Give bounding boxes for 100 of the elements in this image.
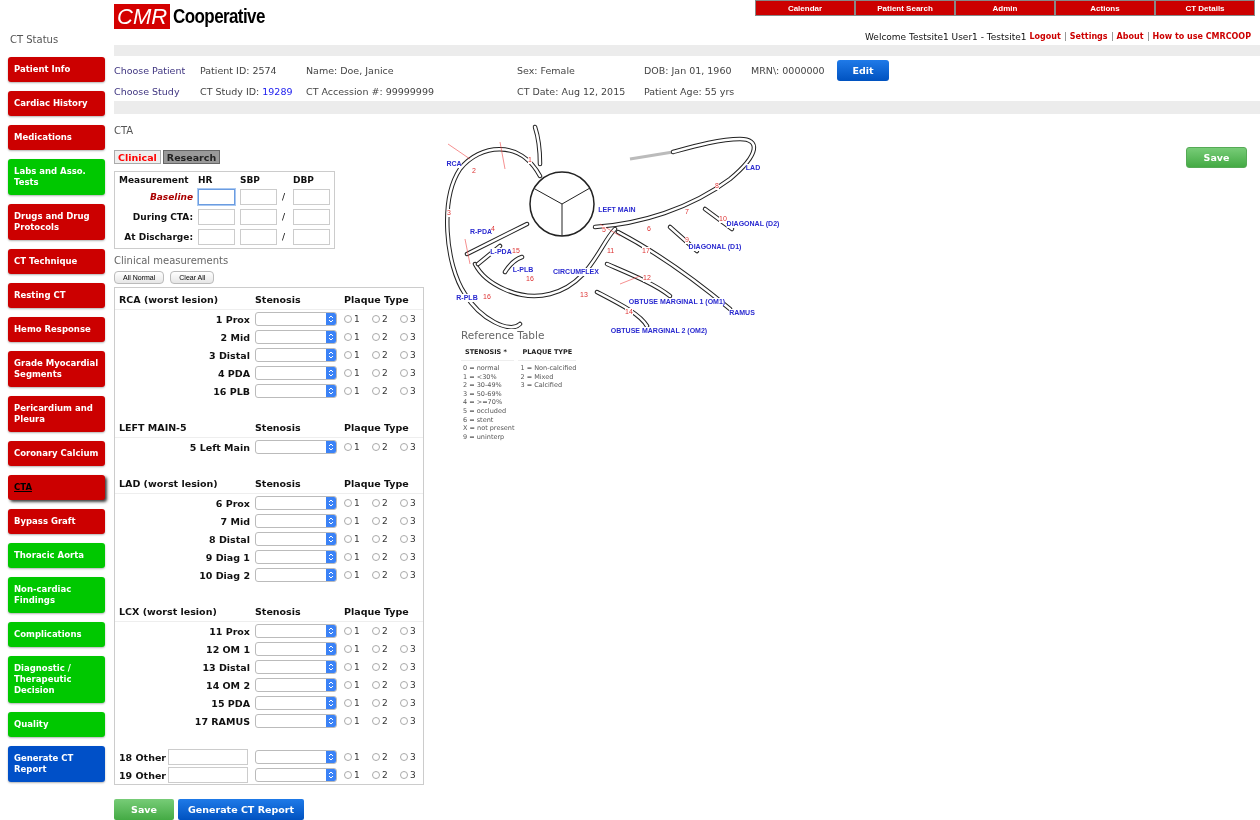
radio-button[interactable] [372, 443, 380, 451]
stenosis-dropdown[interactable] [255, 366, 337, 380]
radio-button[interactable] [344, 753, 352, 761]
stenosis-dropdown[interactable] [255, 348, 337, 362]
radio-button[interactable] [372, 517, 380, 525]
other-input[interactable] [168, 749, 249, 765]
radio-button[interactable] [400, 663, 408, 671]
radio-button[interactable] [372, 753, 380, 761]
dbp-input[interactable] [293, 209, 330, 225]
sidebar-item[interactable]: Hemo Response [8, 317, 105, 342]
radio-button[interactable] [400, 369, 408, 377]
hr-input[interactable] [198, 209, 235, 225]
user-link[interactable]: Settings [1069, 32, 1108, 42]
stenosis-dropdown[interactable] [255, 550, 337, 564]
radio-button[interactable] [344, 663, 352, 671]
stenosis-dropdown[interactable] [255, 568, 337, 582]
radio-button[interactable] [400, 553, 408, 561]
radio-button[interactable] [400, 517, 408, 525]
stenosis-dropdown[interactable] [255, 624, 337, 638]
tab[interactable]: Research [162, 150, 221, 164]
stenosis-dropdown[interactable] [255, 768, 337, 782]
tab[interactable]: Clinical [114, 150, 161, 164]
radio-button[interactable] [344, 771, 352, 779]
radio-button[interactable] [372, 627, 380, 635]
nav-button[interactable]: Calendar [755, 0, 855, 16]
stenosis-dropdown[interactable] [255, 514, 337, 528]
sbp-input[interactable] [240, 229, 277, 245]
edit-button[interactable]: Edit [837, 59, 889, 81]
sidebar-item[interactable]: CTA [8, 475, 105, 500]
nav-button[interactable]: Patient Search [855, 0, 955, 16]
radio-button[interactable] [344, 627, 352, 635]
radio-button[interactable] [400, 771, 408, 779]
radio-button[interactable] [344, 499, 352, 507]
radio-button[interactable] [372, 553, 380, 561]
stenosis-dropdown[interactable] [255, 440, 337, 454]
radio-button[interactable] [372, 645, 380, 653]
study-id-link[interactable]: 19289 [262, 85, 293, 97]
radio-button[interactable] [344, 333, 352, 341]
user-link[interactable]: How to use CMRCOOP [1152, 32, 1251, 42]
sidebar-item[interactable]: Resting CT [8, 283, 105, 308]
radio-button[interactable] [400, 387, 408, 395]
dbp-input[interactable] [293, 189, 330, 205]
radio-button[interactable] [372, 535, 380, 543]
stenosis-dropdown[interactable] [255, 496, 337, 510]
radio-button[interactable] [372, 681, 380, 689]
stenosis-dropdown[interactable] [255, 642, 337, 656]
user-link[interactable]: Logout [1029, 32, 1061, 42]
radio-button[interactable] [344, 351, 352, 359]
sidebar-item[interactable]: Bypass Graft [8, 509, 105, 534]
stenosis-dropdown[interactable] [255, 312, 337, 326]
stenosis-dropdown[interactable] [255, 384, 337, 398]
radio-button[interactable] [344, 387, 352, 395]
stenosis-dropdown[interactable] [255, 696, 337, 710]
radio-button[interactable] [344, 645, 352, 653]
radio-button[interactable] [372, 699, 380, 707]
sidebar-item[interactable]: Drugs and Drug Protocols [8, 204, 105, 240]
choose-link[interactable]: Choose Patient [114, 64, 200, 76]
radio-button[interactable] [344, 699, 352, 707]
radio-button[interactable] [344, 717, 352, 725]
radio-button[interactable] [400, 645, 408, 653]
sidebar-item[interactable]: Grade Myocardial Segments [8, 351, 105, 387]
report-button[interactable]: Generate CT Report [178, 799, 304, 820]
radio-button[interactable] [400, 571, 408, 579]
radio-button[interactable] [344, 517, 352, 525]
radio-button[interactable] [400, 681, 408, 689]
sidebar-item[interactable]: Cardiac History [8, 91, 105, 116]
sidebar-item[interactable]: CT Technique [8, 249, 105, 274]
radio-button[interactable] [372, 333, 380, 341]
radio-button[interactable] [344, 535, 352, 543]
radio-button[interactable] [372, 571, 380, 579]
radio-button[interactable] [400, 699, 408, 707]
sidebar-item[interactable]: Coronary Calcium [8, 441, 105, 466]
stenosis-dropdown[interactable] [255, 678, 337, 692]
stenosis-dropdown[interactable] [255, 532, 337, 546]
other-input[interactable] [168, 767, 249, 783]
radio-button[interactable] [344, 553, 352, 561]
sbp-input[interactable] [240, 209, 277, 225]
radio-button[interactable] [400, 499, 408, 507]
dbp-input[interactable] [293, 229, 330, 245]
stenosis-dropdown[interactable] [255, 714, 337, 728]
user-link[interactable]: About [1116, 32, 1144, 42]
hr-input[interactable] [198, 189, 235, 205]
radio-button[interactable] [400, 315, 408, 323]
radio-button[interactable] [344, 443, 352, 451]
sbp-input[interactable] [240, 189, 277, 205]
radio-button[interactable] [372, 315, 380, 323]
radio-button[interactable] [400, 627, 408, 635]
sidebar-item[interactable]: Patient Info [8, 57, 105, 82]
hr-input[interactable] [198, 229, 235, 245]
radio-button[interactable] [344, 571, 352, 579]
radio-button[interactable] [344, 681, 352, 689]
radio-button[interactable] [344, 369, 352, 377]
radio-button[interactable] [372, 717, 380, 725]
radio-button[interactable] [372, 387, 380, 395]
radio-button[interactable] [372, 771, 380, 779]
radio-button[interactable] [372, 351, 380, 359]
radio-button[interactable] [372, 663, 380, 671]
radio-button[interactable] [400, 351, 408, 359]
nav-button[interactable]: Actions [1055, 0, 1155, 16]
radio-button[interactable] [400, 443, 408, 451]
